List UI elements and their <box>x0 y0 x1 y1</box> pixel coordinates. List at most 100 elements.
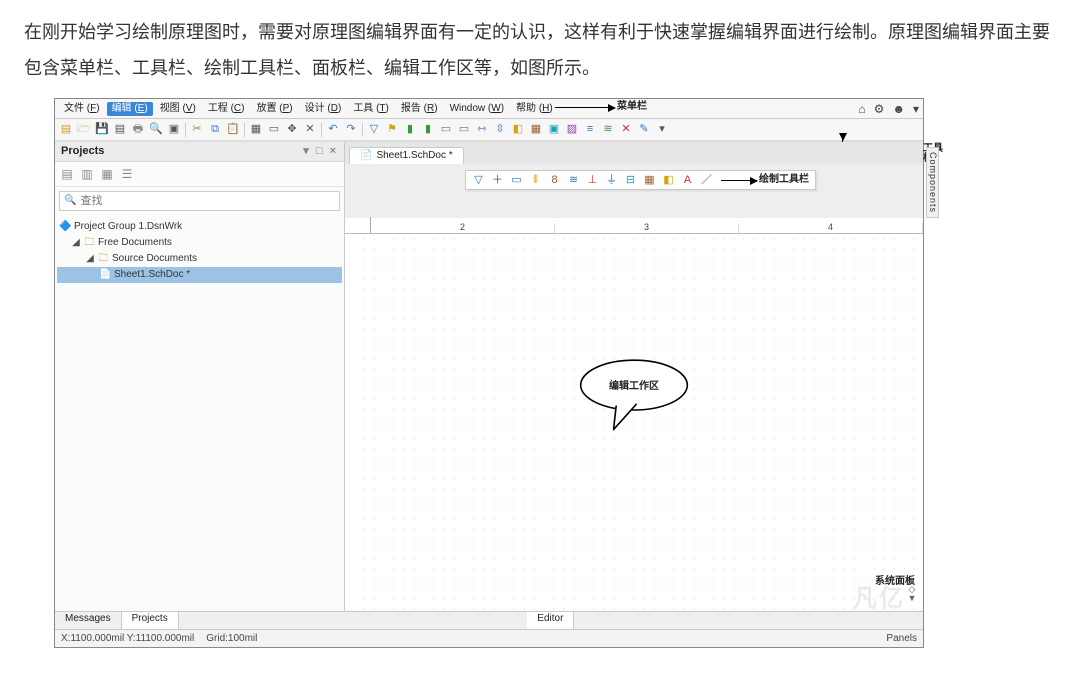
rubberstamp-icon[interactable]: ▦ <box>248 121 265 138</box>
menu-view[interactable]: 视图 (V) <box>155 102 201 116</box>
user-icon[interactable]: ☻ <box>892 103 905 115</box>
document-tab-sheet1[interactable]: 📄 Sheet1.SchDoc * <box>349 147 464 164</box>
menu-tools[interactable]: 工具 (T) <box>348 102 394 116</box>
bracket-icon[interactable]: ⦀ <box>528 172 544 188</box>
dropdown-icon[interactable]: ▾ <box>913 103 919 115</box>
expander-icon[interactable]: ◢ <box>71 238 81 248</box>
projects-tree: 🔷 Project Group 1.DsnWrk ◢ 🗀 Free Docume… <box>55 215 344 285</box>
status-grid: Grid:100mil <box>206 634 257 644</box>
menu-design[interactable]: 设计 (D) <box>300 102 347 116</box>
panel-tb-btn1[interactable]: ▤ <box>59 166 75 182</box>
undo-icon[interactable]: ↶ <box>325 121 342 138</box>
component-icon[interactable]: ◧ <box>510 121 527 138</box>
projects-panel-header: Projects ▾ □ × <box>55 142 344 162</box>
panel-tb-btn4[interactable]: ☰ <box>119 166 135 182</box>
align-bottom-icon[interactable]: ▭ <box>456 121 473 138</box>
harness-icon[interactable]: ▨ <box>564 121 581 138</box>
menu-report[interactable]: 报告 (R) <box>396 102 443 116</box>
port2-icon[interactable]: ◧ <box>661 172 677 188</box>
tree-source-documents[interactable]: ◢ 🗀 Source Documents <box>57 251 342 267</box>
folder-icon: 🗀 <box>97 254 110 264</box>
status-pos: X:1100.000mil Y:11100.000mil <box>61 634 194 644</box>
filterbar-icon[interactable]: ▽ <box>471 172 487 188</box>
status-bar: X:1100.000mil Y:11100.000mil Grid:100mil… <box>55 629 923 647</box>
nav-down-icon[interactable]: ▼ <box>908 594 917 603</box>
pin-icon[interactable]: 8 <box>547 172 563 188</box>
move-icon[interactable]: ✥ <box>284 121 301 138</box>
projects-panel: Projects ▾ □ × ▤ ▥ ▦ ☰ 🔍 🔷 Project Group… <box>55 142 345 611</box>
wire-icon[interactable]: ✎ <box>636 121 653 138</box>
projects-panel-toolbar: ▤ ▥ ▦ ☰ <box>55 162 344 187</box>
horizontal-ruler: 2 3 4 <box>345 218 923 234</box>
panel-tb-btn2[interactable]: ▥ <box>79 166 95 182</box>
sheet-icon[interactable]: ▦ <box>528 121 545 138</box>
menu-window[interactable]: Window (W) <box>445 102 509 116</box>
polyline-icon[interactable]: ／ <box>699 172 715 188</box>
tree-sheet-doc[interactable]: 📄 Sheet1.SchDoc * <box>57 267 342 283</box>
expander-icon[interactable]: ◢ <box>85 254 95 264</box>
align-left-icon[interactable]: ▮ <box>402 121 419 138</box>
saveall-icon[interactable]: ▤ <box>112 121 129 138</box>
filter-icon[interactable]: ▽ <box>366 121 383 138</box>
drawing-toolbar[interactable]: ▽ ＋ ▭ ⦀ 8 ≋ ⊥ ⏚ ⊟ ▦ ◧ A ／ 绘制工具栏 <box>465 170 816 190</box>
home-icon[interactable]: ⌂ <box>858 103 865 115</box>
annotate-icon[interactable]: ⚑ <box>384 121 401 138</box>
select-icon[interactable]: ▭ <box>266 121 283 138</box>
paste-icon[interactable]: 📋 <box>225 121 242 138</box>
schematic-canvas[interactable]: 编辑工作区 系统面板 ▲ ◇ ▼ <box>345 234 923 611</box>
menu-project[interactable]: 工程 (C) <box>203 102 250 116</box>
gear-icon[interactable]: ⚙ <box>874 103 885 115</box>
preview-icon[interactable]: 🔍 <box>148 121 165 138</box>
text-icon[interactable]: A <box>680 172 696 188</box>
print-icon[interactable]: 🖶 <box>130 121 147 138</box>
menu-help[interactable]: 帮助 (H) <box>511 102 558 116</box>
dist-h-icon[interactable]: ⇿ <box>474 121 491 138</box>
edit-area-bubble: 编辑工作区 <box>559 354 709 434</box>
project-group-icon: 🔷 <box>59 222 72 232</box>
netwire-icon[interactable]: ≋ <box>566 172 582 188</box>
menu-file[interactable]: 文件 (F) <box>59 102 105 116</box>
noerc-icon[interactable]: ✕ <box>618 121 635 138</box>
save-icon[interactable]: 💾 <box>94 121 111 138</box>
new-icon[interactable]: ▤ <box>58 121 75 138</box>
redo-icon[interactable]: ↷ <box>343 121 360 138</box>
deselect-icon[interactable]: ✕ <box>302 121 319 138</box>
panel-tb-btn3[interactable]: ▦ <box>99 166 115 182</box>
menu-edit[interactable]: 编辑 (E) <box>107 102 153 116</box>
tab-projects[interactable]: Projects <box>122 612 179 629</box>
cut-icon[interactable]: ✂ <box>189 121 206 138</box>
junction-icon[interactable]: ⊥ <box>585 172 601 188</box>
panel-controls[interactable]: ▾ □ × <box>303 146 338 157</box>
bus-icon[interactable]: ≋ <box>600 121 617 138</box>
components-side-tab[interactable]: Components <box>926 147 939 218</box>
rect-icon[interactable]: ▭ <box>509 172 525 188</box>
projects-search[interactable]: 🔍 <box>59 191 340 211</box>
tab-editor[interactable]: Editor <box>527 612 574 629</box>
tree-root[interactable]: 🔷 Project Group 1.DsnWrk <box>57 219 342 235</box>
canvas-nav[interactable]: ▲ ◇ ▼ <box>903 569 921 609</box>
editor-area: 📄 Sheet1.SchDoc * ▽ ＋ ▭ ⦀ 8 ≋ ⊥ ⏚ ⊟ ▦ ◧ … <box>345 142 923 611</box>
plus-icon[interactable]: ＋ <box>490 172 506 188</box>
align-right-icon[interactable]: ▮ <box>420 121 437 138</box>
align-top-icon[interactable]: ▭ <box>438 121 455 138</box>
ground-icon[interactable]: ⏚ <box>604 172 620 188</box>
menu-place[interactable]: 放置 (P) <box>252 102 298 116</box>
app-screenshot-frame: 文件 (F) 编辑 (E) 视图 (V) 工程 (C) 放置 (P) 设计 (D… <box>54 98 924 648</box>
sheet-symbol-icon[interactable]: ▦ <box>642 172 658 188</box>
port-icon[interactable]: ▣ <box>546 121 563 138</box>
zoomfit-icon[interactable]: ▣ <box>166 121 183 138</box>
copy-icon[interactable]: ⧉ <box>207 121 224 138</box>
tree-free-documents[interactable]: ◢ 🗀 Free Documents <box>57 235 342 251</box>
intro-paragraph: 在刚开始学习绘制原理图时，需要对原理图编辑界面有一定的认识，这样有利于快速掌握编… <box>0 0 1077 92</box>
netlabel-icon[interactable]: ≡ <box>582 121 599 138</box>
panels-button[interactable]: Panels <box>886 634 917 644</box>
callout-draw-toolbar: 绘制工具栏 <box>721 175 811 185</box>
bottom-tab-bar: Messages Projects Editor <box>55 611 923 629</box>
drop-icon[interactable]: ▾ <box>654 121 671 138</box>
dist-v-icon[interactable]: ⇳ <box>492 121 509 138</box>
open-icon[interactable]: 🗁 <box>76 121 93 138</box>
tab-messages[interactable]: Messages <box>55 612 122 629</box>
label-icon[interactable]: ⊟ <box>623 172 639 188</box>
projects-search-input[interactable] <box>80 192 339 210</box>
projects-panel-title: Projects <box>61 146 104 157</box>
